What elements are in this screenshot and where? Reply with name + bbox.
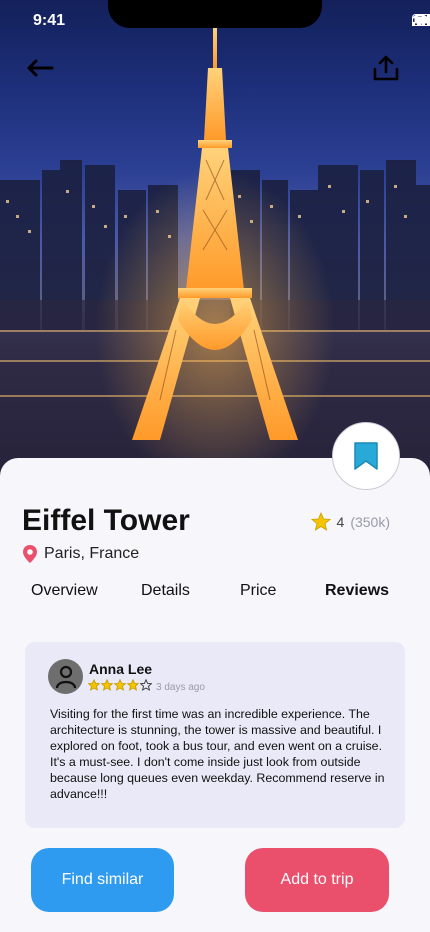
device-notch xyxy=(108,0,322,28)
tab-reviews[interactable]: Reviews xyxy=(325,582,389,600)
tab-overview[interactable]: Overview xyxy=(31,582,98,600)
star-filled-icon xyxy=(101,679,113,691)
bookmark-button[interactable] xyxy=(332,422,400,490)
add-to-trip-button[interactable]: Add to trip xyxy=(245,848,389,912)
avatar xyxy=(48,659,83,694)
back-button[interactable] xyxy=(22,52,58,84)
star-filled-icon xyxy=(88,679,100,691)
eiffel-tower-night-illustration xyxy=(0,28,430,480)
star-icon xyxy=(310,512,331,531)
review-text: Visiting for the first time was an incre… xyxy=(50,707,385,801)
rating-value: 4 xyxy=(336,513,345,530)
user-icon xyxy=(55,665,76,688)
arrow-left-icon xyxy=(27,59,54,77)
hero-photo: 9:41 xyxy=(0,0,430,480)
review-card: Anna Lee 3 days ago Visiting for the fir… xyxy=(25,642,405,828)
find-similar-button[interactable]: Find similar xyxy=(31,848,174,912)
reviewer-name: Anna Lee xyxy=(89,661,153,677)
location-text: Paris, France xyxy=(44,545,140,562)
place-title: Eiffel Tower xyxy=(22,504,190,537)
place-location: Paris, France xyxy=(22,544,139,564)
place-rating: 4 (350k) xyxy=(310,512,390,531)
rating-count: (350k) xyxy=(350,513,390,530)
battery-icon xyxy=(412,14,430,26)
tab-details[interactable]: Details xyxy=(141,582,190,600)
status-time: 9:41 xyxy=(33,12,66,29)
detail-tabs: Overview Details Price Reviews xyxy=(0,582,430,606)
share-icon xyxy=(373,55,399,81)
star-filled-icon xyxy=(114,679,126,691)
review-time: 3 days ago xyxy=(156,682,205,693)
star-empty-icon xyxy=(140,679,152,691)
tab-price[interactable]: Price xyxy=(240,582,276,600)
bookmark-icon xyxy=(354,442,378,470)
review-stars xyxy=(88,679,152,691)
star-filled-icon xyxy=(127,679,139,691)
location-pin-icon xyxy=(23,545,37,563)
share-button[interactable] xyxy=(368,52,404,84)
